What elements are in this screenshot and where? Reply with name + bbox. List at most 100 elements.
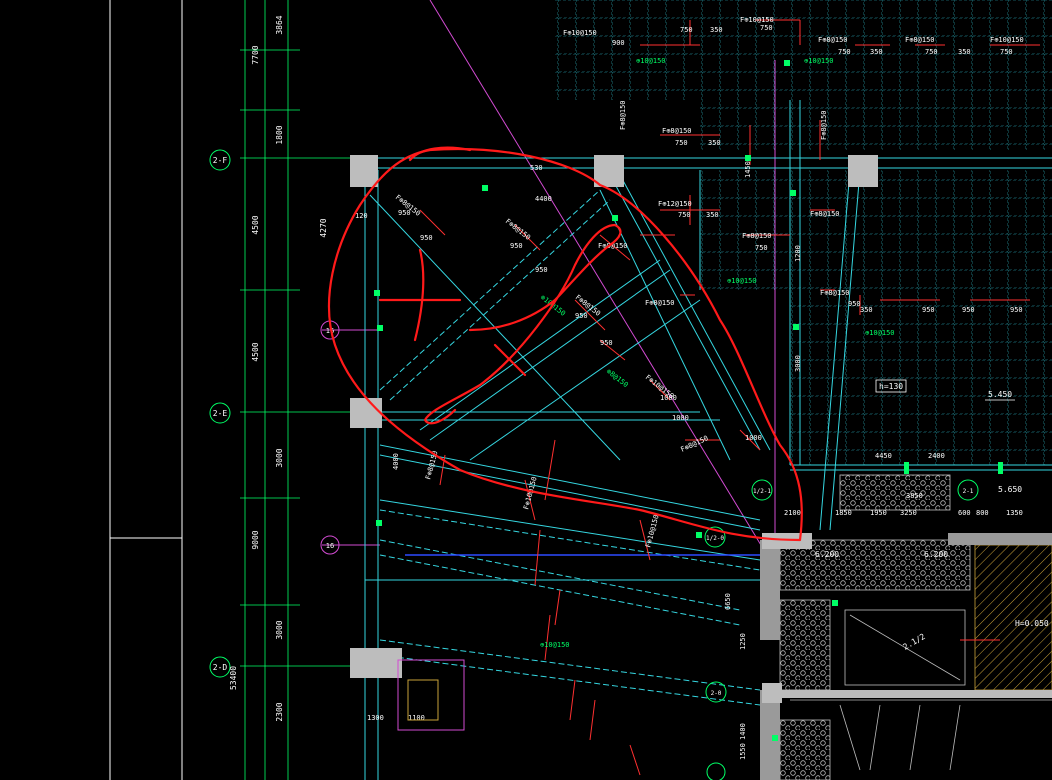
svg-text:750: 750 (678, 211, 691, 219)
svg-text:1950: 1950 (870, 509, 887, 517)
svg-text:3864: 3864 (275, 15, 284, 34)
svg-text:F⊕8@150: F⊕8@150 (662, 127, 692, 135)
axis-label-2-0: 2-0 (711, 690, 722, 697)
svg-text:1000: 1000 (660, 394, 677, 402)
axis-label-1-2-1: 1/2-1 (753, 488, 771, 495)
svg-text:750: 750 (1000, 48, 1013, 56)
svg-text:F⊕10@150: F⊕10@150 (644, 514, 660, 549)
svg-text:F⊕10@150: F⊕10@150 (740, 16, 774, 24)
column-2f-right (848, 155, 878, 187)
svg-text:53400: 53400 (229, 666, 238, 690)
svg-text:950: 950 (575, 312, 588, 320)
svg-text:F⊕8@150: F⊕8@150 (619, 100, 627, 130)
svg-text:750: 750 (680, 26, 693, 34)
svg-text:7700: 7700 (251, 45, 260, 64)
svg-text:3250: 3250 (900, 509, 917, 517)
svg-text:2100: 2100 (784, 509, 801, 517)
axis-bubble-bottom (706, 762, 726, 780)
svg-text:F⊕8@150: F⊕8@150 (820, 289, 850, 297)
svg-text:950: 950 (510, 242, 523, 250)
svg-text:350: 350 (870, 48, 883, 56)
svg-text:6.200: 6.200 (924, 550, 948, 559)
axis-label-1-2-0: 1/2-0 (706, 535, 724, 542)
axis-label-2-1: 2-1 (963, 488, 974, 495)
left-dimension-texts: 7700 3864 1800 4500 4500 3000 9000 3000 … (229, 15, 328, 721)
column-2f-left (350, 155, 378, 187)
svg-text:F⊕10@150: F⊕10@150 (563, 29, 597, 37)
svg-text:950: 950 (1010, 306, 1023, 314)
svg-text:H=0.050: H=0.050 (1015, 619, 1049, 628)
axis-bubble-2d: 2-D (209, 656, 231, 678)
column-stair-mid (762, 683, 782, 703)
svg-text:2400: 2400 (928, 452, 945, 460)
slab-grid-areas (555, 0, 1052, 465)
svg-text:4400: 4400 (535, 195, 552, 203)
axis-bubble-2e: 2-E (209, 402, 231, 424)
svg-text:1250: 1250 (739, 633, 747, 650)
svg-text:⊕10@150: ⊕10@150 (865, 329, 895, 337)
svg-text:⊕10@150: ⊕10@150 (636, 57, 666, 65)
svg-text:750: 750 (755, 244, 768, 252)
svg-text:350: 350 (706, 211, 719, 219)
svg-text:4450: 4450 (875, 452, 892, 460)
axis-bubble-2f: 2-F (209, 149, 231, 171)
svg-text:1000: 1000 (745, 434, 762, 442)
svg-text:350: 350 (708, 139, 721, 147)
svg-text:4270: 4270 (319, 218, 328, 237)
annotation-scribble-1 (378, 248, 462, 342)
svg-text:1000: 1000 (672, 414, 689, 422)
svg-text:900: 900 (612, 39, 625, 47)
svg-text:⊕10@150: ⊕10@150 (540, 641, 570, 649)
svg-text:120: 120 (355, 212, 368, 220)
svg-text:9000: 9000 (251, 530, 260, 549)
svg-text:3850: 3850 (906, 492, 923, 500)
svg-text:350: 350 (958, 48, 971, 56)
svg-text:6.200: 6.200 (815, 550, 839, 559)
svg-text:4000: 4000 (392, 453, 400, 470)
svg-text:F⊕8@150: F⊕8@150 (905, 36, 935, 44)
svg-text:F⊕8@150: F⊕8@150 (818, 36, 848, 44)
svg-text:3000: 3000 (275, 448, 284, 467)
axis-label-16-b: 16 (326, 542, 334, 550)
svg-text:F⊕8@150: F⊕8@150 (820, 110, 828, 140)
axis-bubble-1-2-1: 1/2-1 (751, 479, 773, 501)
svg-text:1200: 1200 (794, 245, 802, 262)
svg-text:1800: 1800 (275, 125, 284, 144)
svg-text:1450: 1450 (744, 161, 752, 178)
svg-text:F⊕8@150: F⊕8@150 (645, 299, 675, 307)
sheet-frame (109, 0, 183, 780)
svg-text:1550: 1550 (739, 743, 747, 760)
svg-text:800: 800 (976, 509, 989, 517)
axis-label-2e: 2-E (213, 409, 228, 418)
svg-text:2.1/2: 2.1/2 (902, 632, 928, 652)
svg-text:350: 350 (860, 306, 873, 314)
svg-text:F⊕8@150: F⊕8@150 (679, 434, 709, 454)
svg-text:6650: 6650 (724, 593, 732, 610)
svg-text:750: 750 (760, 24, 773, 32)
svg-text:1400: 1400 (739, 723, 747, 740)
cad-drawing-canvas[interactable]: 2-F 2-E 2-D 1/2-1 1/2-0 2-1 2-0 16 16 77… (0, 0, 1052, 780)
svg-text:F⊕8@150: F⊕8@150 (810, 210, 840, 218)
svg-text:1100: 1100 (408, 714, 425, 722)
magenta-detail-box (397, 659, 465, 731)
column-2e-left (350, 398, 382, 428)
svg-text:950: 950 (600, 339, 613, 347)
svg-text:750: 750 (925, 48, 938, 56)
annotation-scribble-2 (423, 223, 622, 425)
svg-text:750: 750 (675, 139, 688, 147)
svg-text:F⊕10@150: F⊕10@150 (990, 36, 1024, 44)
svg-text:3000: 3000 (275, 620, 284, 639)
svg-text:950: 950 (398, 209, 411, 217)
svg-text:1850: 1850 (835, 509, 852, 517)
svg-text:1300: 1300 (367, 714, 384, 722)
svg-text:4500: 4500 (251, 342, 260, 361)
svg-text:⊕10@150: ⊕10@150 (804, 57, 834, 65)
svg-text:750: 750 (838, 48, 851, 56)
column-2f-mid (594, 155, 624, 187)
svg-text:3000: 3000 (794, 355, 802, 372)
svg-text:5.650: 5.650 (998, 485, 1022, 494)
svg-text:950: 950 (535, 266, 548, 274)
stair-region (760, 474, 1052, 780)
svg-text:950: 950 (962, 306, 975, 314)
svg-text:h=130: h=130 (879, 382, 903, 391)
